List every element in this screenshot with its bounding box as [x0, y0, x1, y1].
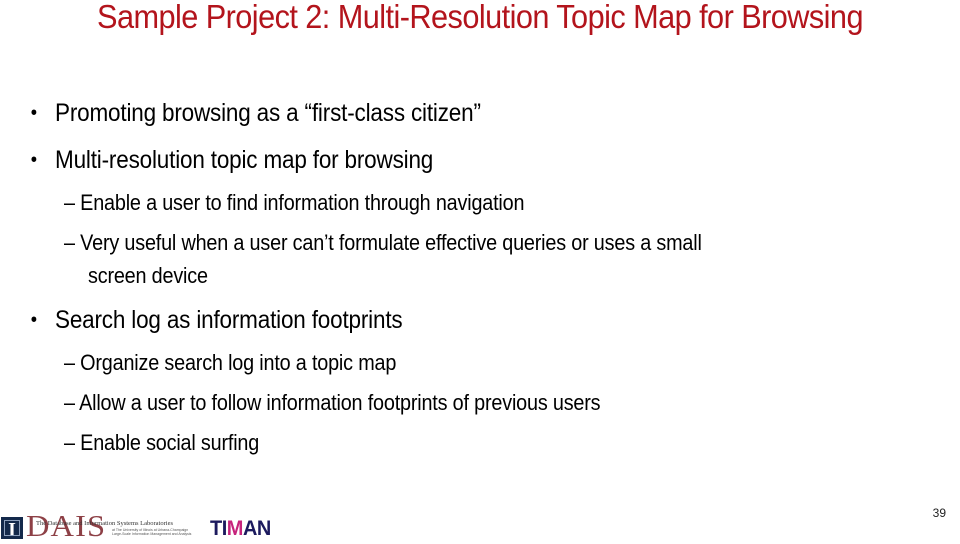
sub-bullet-marker: –	[64, 430, 75, 455]
sub-bullet-text: Enable a user to find information throug…	[80, 190, 525, 215]
dais-logo-tagline: The Database and Information Systems Lab…	[36, 520, 173, 527]
sub-bullet-text: Organize search log into a topic map	[80, 350, 397, 375]
sub-bullet-item: – Enable social surfing	[64, 426, 259, 460]
sub-bullet-marker: –	[64, 230, 75, 255]
page-number: 39	[932, 506, 946, 520]
timan-logo-highlight: M	[226, 517, 244, 540]
footer-logos: I DAIS The Database and Information Syst…	[0, 508, 300, 543]
sub-bullet-marker: –	[64, 390, 75, 415]
timan-logo-prefix: TI	[210, 517, 227, 540]
sub-bullet-marker: –	[64, 190, 75, 215]
sub-bullet-text: Allow a user to follow information footp…	[79, 390, 601, 415]
sub-bullet-item: – Organize search log into a topic map	[64, 346, 396, 380]
bullet-text: Search log as information footprints	[55, 306, 403, 334]
illinois-logo-icon: I	[1, 517, 23, 541]
sub-bullet-continuation: screen device	[88, 263, 208, 288]
timan-logo-suffix: AN	[242, 517, 271, 540]
sub-bullet-marker: –	[64, 350, 75, 375]
dais-logo-subline-2: Large-Scale Information Management and A…	[112, 532, 192, 536]
bullet-item: • Promoting browsing as a “first-class c…	[31, 98, 481, 128]
bullet-item: • Search log as information footprints	[31, 305, 403, 335]
slide-body: • Promoting browsing as a “first-class c…	[0, 0, 960, 500]
sub-bullet-item: – Very useful when a user can’t formulat…	[64, 226, 702, 260]
dais-logo-subline: at The University of Illinois at Urbana-…	[112, 528, 191, 536]
bullet-text: Multi-resolution topic map for browsing	[55, 146, 434, 174]
sub-bullet-text: Very useful when a user can’t formulate …	[80, 230, 702, 255]
sub-bullet-text: Enable social surfing	[80, 430, 260, 455]
bullet-text: Promoting browsing as a “first-class cit…	[55, 99, 481, 127]
sub-bullet-item: – Allow a user to follow information foo…	[64, 386, 601, 420]
bullet-marker: •	[30, 102, 37, 124]
bullet-marker: •	[30, 149, 37, 171]
dais-logo: DAIS The Database and Information System…	[26, 508, 206, 543]
bullet-item: • Multi-resolution topic map for browsin…	[31, 145, 434, 175]
timan-logo: TIMAN	[210, 518, 271, 540]
sub-bullet-item: – Enable a user to find information thro…	[64, 186, 524, 220]
bullet-marker: •	[30, 309, 37, 331]
